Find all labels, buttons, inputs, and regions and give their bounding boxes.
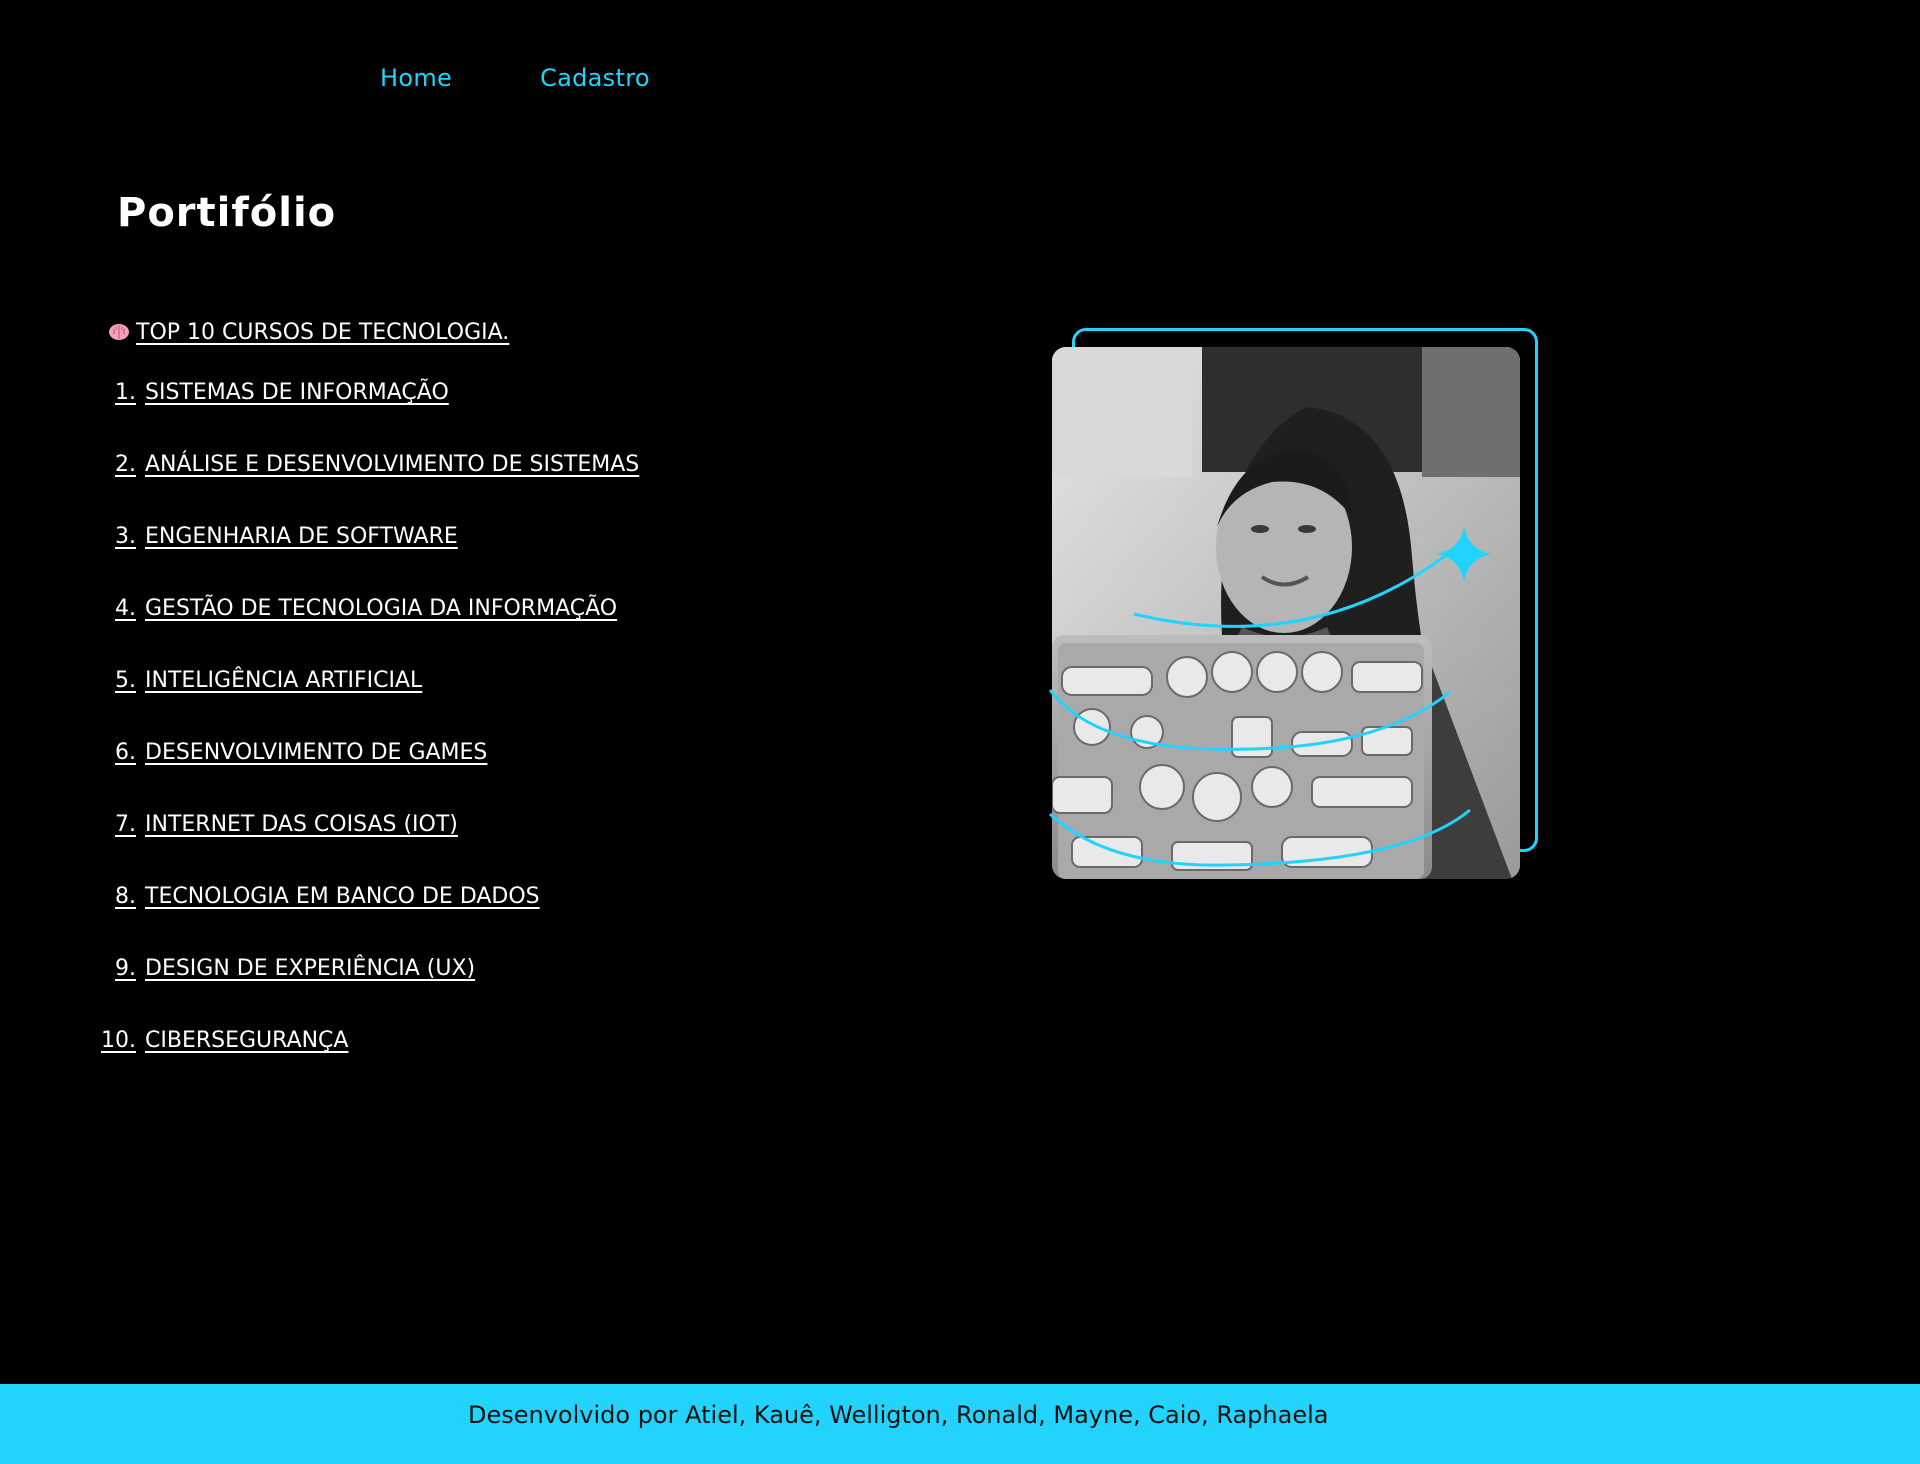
footer-credits: Desenvolvido por Atiel, Kauê, Welligton,…	[468, 1401, 1329, 1429]
course-name: INTELIGÊNCIA ARTIFICIAL	[145, 668, 423, 693]
course-name: ANÁLISE E DESENVOLVIMENTO DE SISTEMAS	[145, 452, 640, 477]
course-number: 2.	[115, 452, 136, 477]
course-name: TECNOLOGIA EM BANCO DE DADOS	[145, 884, 540, 909]
course-name: GESTÃO DE TECNOLOGIA DA INFORMAÇÃO	[145, 596, 618, 621]
course-name: ENGENHARIA DE SOFTWARE	[145, 524, 458, 549]
course-number: 6.	[115, 740, 136, 765]
courses-heading-text: TOP 10 CURSOS DE TECNOLOGIA.	[136, 320, 510, 345]
page-title: Portifólio	[117, 190, 337, 236]
course-name: DESENVOLVIMENTO DE GAMES	[145, 740, 488, 765]
footer: Desenvolvido por Atiel, Kauê, Welligton,…	[0, 1384, 1920, 1464]
course-name: INTERNET DAS COISAS (IOT)	[145, 812, 458, 837]
top-nav: Home Cadastro	[380, 64, 650, 92]
hero-photo	[1052, 347, 1520, 879]
course-number: 4.	[115, 596, 136, 621]
courses-heading: TOP 10 CURSOS DE TECNOLOGIA.	[108, 320, 509, 345]
nav-home-link[interactable]: Home	[380, 64, 452, 92]
page: Home Cadastro Portifólio TOP 10 CURSOS D…	[0, 0, 1920, 1464]
course-name: CIBERSEGURANÇA	[145, 1028, 349, 1053]
course-number: 7.	[115, 812, 136, 837]
nav-cadastro-link[interactable]: Cadastro	[540, 64, 650, 92]
course-name: DESIGN DE EXPERIÊNCIA (UX)	[145, 956, 476, 981]
brain-icon	[108, 322, 130, 340]
course-number: 10.	[101, 1028, 136, 1053]
course-number: 1.	[115, 380, 136, 405]
course-number: 8.	[115, 884, 136, 909]
course-number: 5.	[115, 668, 136, 693]
hero-figure	[1048, 328, 1540, 884]
course-name: SISTEMAS DE INFORMAÇÃO	[145, 380, 449, 405]
course-number: 3.	[115, 524, 136, 549]
course-number: 9.	[115, 956, 136, 981]
